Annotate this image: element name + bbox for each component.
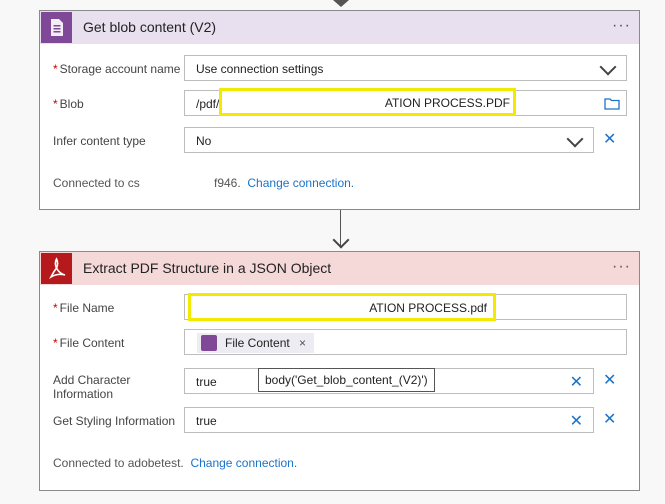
chevron-down-icon[interactable] <box>599 58 617 76</box>
change-connection-link[interactable]: Change connection. <box>247 176 354 190</box>
more-options-icon[interactable]: ··· <box>612 258 631 276</box>
styling-info-dropdown[interactable]: true ✕ <box>184 407 594 433</box>
more-options-icon[interactable]: ··· <box>612 17 631 35</box>
card-title: Get blob content (V2) <box>83 19 217 35</box>
close-icon[interactable]: ✕ <box>603 409 616 429</box>
card-header[interactable]: Extract PDF Structure in a JSON Object ·… <box>40 252 639 285</box>
infer-content-type-dropdown[interactable]: No <box>184 127 594 153</box>
storage-account-dropdown[interactable]: Use connection settings <box>184 55 627 81</box>
connection-footer: Connected to adobetest. Change connectio… <box>53 456 298 470</box>
styling-info-label: Get Styling Information <box>53 414 176 428</box>
blob-label: * Blob <box>53 97 84 111</box>
infer-content-type-label: Infer content type <box>53 134 146 148</box>
file-name-row: * File Name ATION PROCESS.pdf <box>40 293 639 322</box>
adobe-pdf-icon <box>41 253 72 284</box>
blob-storage-icon <box>41 12 72 43</box>
arrow-down-icon <box>333 0 349 7</box>
blob-input[interactable]: /pdf/ ATION PROCESS.PDF <box>184 88 627 116</box>
close-icon[interactable]: ✕ <box>603 129 616 149</box>
redaction-highlight: ATION PROCESS.pdf <box>188 293 496 321</box>
get-blob-content-card: Get blob content (V2) ··· * Storage accou… <box>39 10 640 210</box>
chevron-down-icon[interactable] <box>566 130 584 148</box>
clear-icon[interactable]: ✕ <box>570 411 583 431</box>
clear-icon[interactable]: ✕ <box>570 372 583 392</box>
add-character-label: Add Character Information <box>53 373 131 401</box>
card-title: Extract PDF Structure in a JSON Object <box>83 260 332 276</box>
file-content-token[interactable]: File Content × <box>197 333 315 353</box>
redaction-highlight: ATION PROCESS.PDF <box>219 88 516 116</box>
file-content-input[interactable]: File Content × <box>184 329 627 355</box>
change-connection-link[interactable]: Change connection. <box>190 456 297 470</box>
styling-info-row: Get Styling Information true ✕ ✕ <box>40 407 639 435</box>
folder-icon[interactable] <box>604 97 620 115</box>
blob-row: * Blob /pdf/ ATION PROCESS.PDF <box>40 88 639 118</box>
file-content-row: * File Content File Content × <box>40 329 639 357</box>
arrow-down-icon <box>332 231 350 249</box>
remove-token-icon[interactable]: × <box>299 336 306 350</box>
storage-account-label: * Storage account name <box>53 62 181 76</box>
file-content-label: * File Content <box>53 336 125 350</box>
file-name-input[interactable]: ATION PROCESS.pdf <box>184 293 627 321</box>
close-icon[interactable]: ✕ <box>603 370 616 390</box>
connection-footer: Connected to cs f946. Change connection. <box>53 176 355 190</box>
expression-tooltip: body('Get_blob_content_(V2)') <box>258 368 435 392</box>
storage-account-row: * Storage account name Use connection set… <box>40 55 639 83</box>
card-header[interactable]: Get blob content (V2) ··· <box>40 11 639 44</box>
file-name-label: * File Name <box>53 301 115 315</box>
blob-storage-icon <box>201 335 217 351</box>
infer-content-type-row: Infer content type No ✕ <box>40 127 639 155</box>
